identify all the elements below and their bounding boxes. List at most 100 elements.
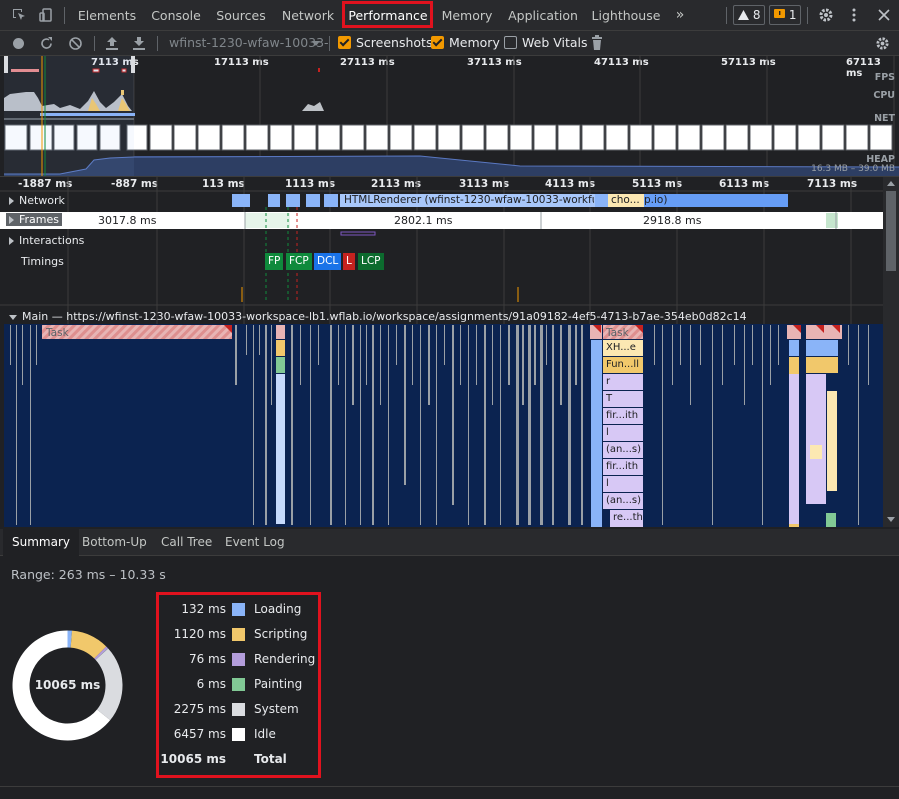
task-block[interactable]: Task <box>606 327 629 339</box>
issues-count: 1 <box>788 8 797 22</box>
network-request-bar[interactable]: HTMLRenderer (wfinst-1230-wfaw-10033-wor… <box>344 194 594 206</box>
tab-application[interactable]: Application <box>505 0 581 31</box>
reload-icon[interactable] <box>39 36 54 51</box>
scroll-up-icon[interactable] <box>887 181 895 186</box>
flame-entry[interactable]: l <box>606 427 609 438</box>
settings-gear-icon[interactable] <box>818 7 834 23</box>
scroll-down-icon[interactable] <box>887 517 895 522</box>
download-icon[interactable] <box>132 36 146 51</box>
tab-console[interactable]: Console <box>146 0 206 31</box>
frames-track-toggle[interactable]: Frames <box>6 213 63 226</box>
summary-row-idle: 6457 ms Idle <box>160 727 320 747</box>
upload-icon[interactable] <box>105 36 119 51</box>
more-options-icon[interactable] <box>846 7 862 23</box>
frame-duration[interactable]: 3017.8 ms <box>98 214 156 227</box>
tab-summary[interactable]: Summary <box>3 529 79 556</box>
summary-row-scripting: 1120 ms Scripting <box>160 627 320 647</box>
flame-entry[interactable]: Fun...ll <box>606 359 639 370</box>
interactions-track-label: Interactions <box>19 234 85 247</box>
summary-row-total: 10065 ms Total <box>160 752 320 772</box>
summary-total-label: Total <box>254 752 287 766</box>
warnings-badge[interactable]: 8 <box>733 5 766 25</box>
summary-value: 76 ms <box>188 652 226 666</box>
summary-value: 6457 ms <box>173 727 226 741</box>
summary-value: 132 ms <box>181 602 226 616</box>
summary-value: 2275 ms <box>173 702 226 716</box>
flame-entry[interactable]: l <box>606 478 609 489</box>
capture-settings-gear-icon[interactable] <box>875 36 890 51</box>
flame-entry[interactable]: fir...ith <box>606 410 638 421</box>
summary-row-system: 2275 ms System <box>160 702 320 722</box>
tab-event-log[interactable]: Event Log <box>216 529 294 556</box>
tab-network[interactable]: Network <box>278 0 338 31</box>
frame-duration[interactable]: 2918.8 ms <box>643 214 701 227</box>
network-request-bar-2[interactable]: cho... <box>611 194 640 206</box>
frame-duration[interactable]: 2802.1 ms <box>394 214 452 227</box>
flame-entry[interactable]: (an...s) <box>606 444 641 455</box>
tab-sources[interactable]: Sources <box>212 0 270 31</box>
timeline-scrollbar[interactable] <box>883 177 899 527</box>
network-track-toggle[interactable]: Network <box>9 194 65 207</box>
flame-entry[interactable]: r <box>606 376 610 387</box>
flame-entry[interactable]: (an...s) <box>606 495 641 506</box>
inspect-element-icon[interactable] <box>11 7 27 23</box>
close-icon[interactable] <box>876 7 892 23</box>
timeline-tracks <box>0 177 883 527</box>
tab-elements[interactable]: Elements <box>76 0 138 31</box>
summary-value: 6 ms <box>196 677 226 691</box>
scripting-swatch <box>232 628 245 641</box>
timing-load-marker[interactable]: L <box>343 253 355 270</box>
main-thread-toggle[interactable]: Main — https://wfinst-1230-wfaw-10033-wo… <box>9 310 747 323</box>
timing-fp-marker[interactable]: FP <box>265 253 284 270</box>
webvitals-label: Web Vitals <box>522 35 588 50</box>
tab-call-tree[interactable]: Call Tree <box>152 529 221 556</box>
main-thread-label: Main — https://wfinst-1230-wfaw-10033-wo… <box>22 310 747 323</box>
flame-entry[interactable]: XH...e <box>606 342 636 353</box>
recording-select[interactable]: wfinst-1230-wfaw-10033- <box>169 35 329 50</box>
summary-total-value: 10065 ms <box>160 752 226 766</box>
summary-value: 1120 ms <box>173 627 226 641</box>
timings-track-label: Timings <box>21 255 64 268</box>
flame-entry[interactable]: re...th <box>613 512 643 523</box>
performance-tab-highlight <box>342 1 433 28</box>
summary-row-painting: 6 ms Painting <box>160 677 320 697</box>
idle-swatch <box>232 728 245 741</box>
timing-dcl-marker[interactable]: DCL <box>314 253 342 270</box>
memory-checkbox[interactable] <box>431 36 444 49</box>
timeline-flamechart[interactable]: -1887 ms -887 ms 113 ms 1113 ms 2113 ms … <box>0 177 883 527</box>
network-track-label: Network <box>19 194 65 207</box>
tab-lighthouse[interactable]: Lighthouse <box>590 0 662 31</box>
overview-fps-label: FPS <box>874 72 895 83</box>
overview-cpu-label: CPU <box>873 90 895 101</box>
timing-lcp-marker[interactable]: LCP <box>358 253 384 270</box>
webvitals-checkbox[interactable] <box>504 36 517 49</box>
loading-swatch <box>232 603 245 616</box>
expand-arrow-icon <box>9 237 14 245</box>
timeline-overview[interactable]: 7113 ms 17113 ms 27113 ms 37113 ms 47113… <box>0 56 899 177</box>
tab-bottom-up[interactable]: Bottom-Up <box>73 529 156 556</box>
timing-fcp-marker[interactable]: FCP <box>286 253 312 270</box>
summary-category: Idle <box>254 727 276 741</box>
rendering-swatch <box>232 653 245 666</box>
painting-swatch <box>232 678 245 691</box>
summary-range: Range: 263 ms – 10.33 s <box>11 567 166 582</box>
warnings-count: 8 <box>752 8 761 22</box>
garbage-collect-icon[interactable] <box>591 35 603 50</box>
summary-row-loading: 132 ms Loading <box>160 602 320 622</box>
devtools-tabbar: Elements Console Sources Network Perform… <box>0 0 899 31</box>
task-block[interactable]: Task <box>46 327 69 339</box>
clear-icon[interactable] <box>68 36 83 51</box>
issues-badge[interactable]: 1 <box>769 5 802 25</box>
summary-category: Painting <box>254 677 303 691</box>
scrollbar-thumb[interactable] <box>886 191 896 271</box>
flame-entry[interactable]: fir...ith <box>606 461 638 472</box>
record-icon[interactable] <box>12 37 25 50</box>
device-toolbar-icon[interactable] <box>38 7 54 23</box>
flame-entry[interactable]: T <box>606 393 612 404</box>
screenshots-checkbox[interactable] <box>338 36 351 49</box>
more-tabs-button[interactable]: » <box>670 0 690 31</box>
interactions-track-toggle[interactable]: Interactions <box>9 234 84 247</box>
tab-memory[interactable]: Memory <box>438 0 496 31</box>
donut-total-label: 10065 ms <box>34 678 101 692</box>
network-request-bar-3[interactable]: p.io) <box>644 194 667 206</box>
